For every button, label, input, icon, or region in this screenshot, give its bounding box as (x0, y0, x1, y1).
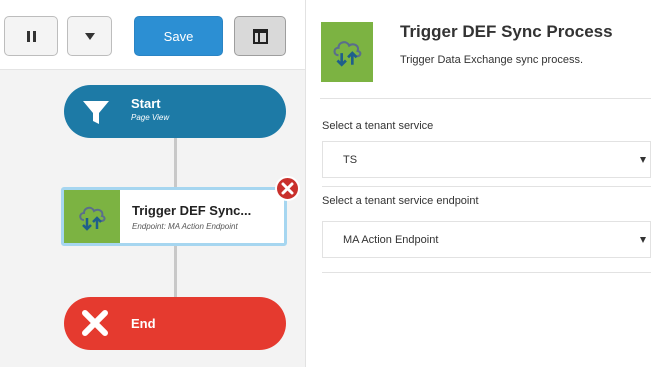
layout-toggle-button[interactable] (234, 16, 286, 56)
tenant-service-endpoint-value: MA Action Endpoint (343, 234, 439, 246)
trigger-def-sync-node[interactable]: Trigger DEF Sync... Endpoint: MA Action … (61, 187, 287, 246)
tenant-service-endpoint-label: Select a tenant service endpoint (322, 195, 479, 207)
pause-button[interactable] (4, 16, 58, 56)
cloud-sync-icon (79, 206, 106, 231)
caret-down-icon (640, 237, 646, 243)
panel-subtitle: Trigger Data Exchange sync process. (400, 54, 584, 66)
panel-layout-icon (252, 28, 268, 44)
toolbar: Save (0, 0, 305, 70)
flow-connector (174, 138, 177, 187)
caret-down-icon (84, 32, 95, 40)
pause-icon (26, 30, 36, 42)
tenant-service-select[interactable]: TS (322, 141, 651, 178)
end-node-title: End (131, 316, 156, 331)
save-button[interactable]: Save (134, 16, 223, 56)
start-node-subtitle: Page View (131, 113, 170, 122)
caret-down-icon (640, 157, 646, 163)
cloud-sync-icon (333, 41, 362, 67)
tenant-service-endpoint-select[interactable]: MA Action Endpoint (322, 221, 651, 258)
trigger-node-thumb (64, 190, 120, 243)
divider (322, 272, 651, 273)
dropdown-button[interactable] (67, 16, 112, 56)
properties-panel: Trigger DEF Sync Process Trigger Data Ex… (306, 0, 651, 367)
start-node[interactable]: Start Page View (64, 85, 286, 138)
divider (322, 186, 651, 187)
divider (320, 98, 651, 99)
close-icon (281, 182, 294, 195)
close-icon (82, 310, 108, 336)
tenant-service-label: Select a tenant service (322, 120, 434, 132)
panel-thumb (321, 22, 373, 82)
end-node[interactable]: End (64, 297, 286, 350)
funnel-icon (83, 101, 109, 124)
trigger-node-subtitle: Endpoint: MA Action Endpoint (132, 222, 238, 231)
start-node-title: Start (131, 96, 161, 111)
flow-connector (174, 246, 177, 297)
trigger-node-title: Trigger DEF Sync... (132, 203, 252, 218)
remove-node-button[interactable] (275, 176, 300, 201)
tenant-service-value: TS (343, 154, 358, 166)
flow-canvas: Save Start Page View Trigger DEF Sync...… (0, 0, 305, 367)
panel-title: Trigger DEF Sync Process (400, 22, 613, 41)
